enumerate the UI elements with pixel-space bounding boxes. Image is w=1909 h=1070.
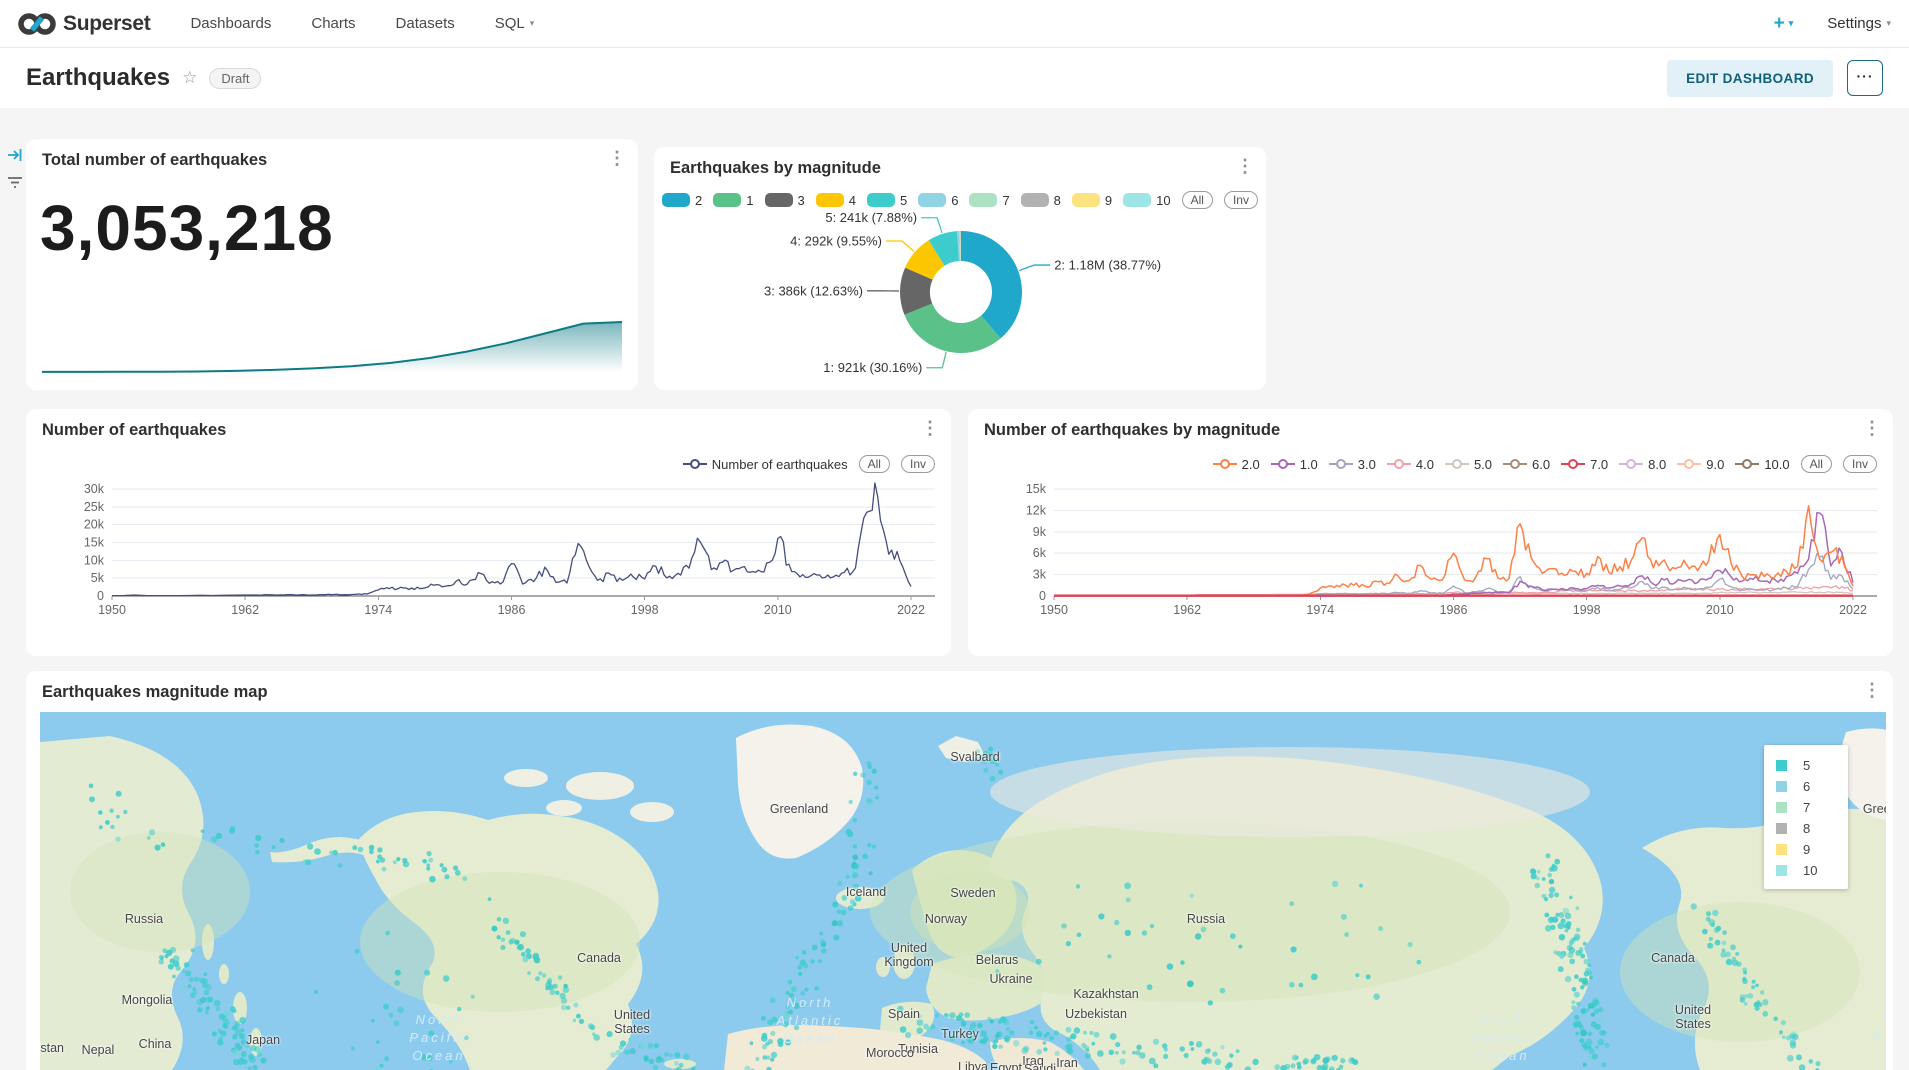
brand-name: Superset [63,12,150,36]
svg-text:3k: 3k [1033,568,1047,582]
plus-icon: + [1774,13,1785,35]
svg-text:30k: 30k [84,482,105,496]
nav-sql-label: SQL [495,15,525,32]
page-title: Earthquakes [26,64,170,92]
big-number-trendline [42,314,622,378]
legend-label: 9 [1803,842,1810,857]
card-earthquakes-by-magnitude: Earthquakes by magnitude ⋮ 21345678910 A… [654,147,1266,390]
svg-text:0: 0 [97,589,104,603]
card-magnitude-map: Earthquakes magnitude map ⋮ SvalbardGree… [26,671,1893,1070]
legend-swatch [1776,802,1787,813]
expand-filter-bar-icon[interactable] [7,148,23,167]
svg-text:25k: 25k [84,500,105,514]
legend-label: 5 [1803,758,1810,773]
svg-text:2010: 2010 [764,603,792,617]
superset-infinity-icon [18,11,56,37]
svg-text:3: 386k (12.63%): 3: 386k (12.63%) [764,283,863,298]
map-legend-item-9[interactable]: 9 [1776,839,1838,860]
chart-title: Earthquakes magnitude map [42,683,268,702]
edit-dashboard-button[interactable]: EDIT DASHBOARD [1667,60,1833,97]
line-chart[interactable]: 0 5k 10k 15k 20k 25k 30k 1950 1962 1974 1986 1998 20… [26,409,951,656]
svg-text:1: 921k (30.16%): 1: 921k (30.16%) [823,360,922,375]
caret-down-icon: ▾ [1886,18,1891,29]
svg-text:1962: 1962 [1173,603,1201,617]
svg-text:15k: 15k [84,536,105,550]
caret-down-icon: ▾ [530,18,535,29]
map-canvas[interactable] [40,712,1886,1070]
svg-text:9k: 9k [1033,525,1047,539]
svg-text:0: 0 [1039,589,1046,603]
svg-text:1974: 1974 [364,603,392,617]
settings-label: Settings [1827,15,1881,32]
svg-text:1998: 1998 [1573,603,1601,617]
multiline-chart[interactable]: 0 3k 6k 9k 12k 15k 1950 1962 1974 1986 1998 2010 202… [968,409,1893,656]
status-badge: Draft [209,68,261,89]
card-total-number: Total number of earthquakes ⋮ 3,053,218 [26,139,638,390]
nav-sql[interactable]: SQL ▾ [495,15,535,32]
svg-text:2: 1.18M (38.77%): 2: 1.18M (38.77%) [1054,258,1161,273]
card-number-of-earthquakes: Number of earthquakes ⋮ Number of earthq… [26,409,951,656]
svg-text:4: 292k (9.55%): 4: 292k (9.55%) [790,234,882,249]
world-map[interactable]: SvalbardGreenlandIcelandSwedenNorwayUnit… [40,712,1886,1070]
svg-text:10k: 10k [84,553,105,567]
new-button[interactable]: + ▾ [1774,13,1794,35]
navbar: Superset Dashboards Charts Datasets SQL … [0,0,1909,48]
map-legend-item-8[interactable]: 8 [1776,818,1838,839]
big-number-value: 3,053,218 [40,191,334,265]
legend-label: 6 [1803,779,1810,794]
legend-swatch [1776,823,1787,834]
svg-text:20k: 20k [84,518,105,532]
legend-swatch [1776,781,1787,792]
chart-title: Total number of earthquakes [42,151,267,170]
svg-text:1950: 1950 [1040,603,1068,617]
card-number-by-magnitude: Number of earthquakes by magnitude ⋮ 2.0… [968,409,1893,656]
map-legend-item-7[interactable]: 7 [1776,797,1838,818]
superset-logo[interactable]: Superset [18,11,150,37]
kebab-menu-icon[interactable]: ⋮ [1236,157,1254,175]
svg-text:2022: 2022 [897,603,925,617]
donut-chart[interactable]: 2: 1.18M (38.77%) 1: 921k (30.16%) 3: 386k… [654,202,1266,390]
kebab-menu-icon[interactable]: ⋮ [608,149,626,167]
legend-label: 10 [1803,863,1817,878]
settings-menu[interactable]: Settings ▾ [1827,15,1891,32]
legend-swatch [1776,865,1787,876]
svg-text:6k: 6k [1033,546,1047,560]
svg-text:1974: 1974 [1306,603,1334,617]
legend-swatch [1776,760,1787,771]
map-legend-item-5[interactable]: 5 [1776,755,1838,776]
legend-swatch [1776,844,1787,855]
more-options-button[interactable]: ··· [1847,60,1883,96]
svg-text:1950: 1950 [98,603,126,617]
svg-text:5: 241k (7.88%): 5: 241k (7.88%) [825,210,917,225]
chart-title: Earthquakes by magnitude [670,159,881,178]
kebab-menu-icon[interactable]: ⋮ [1863,681,1881,699]
dashboard-header: Earthquakes ☆ Draft EDIT DASHBOARD ··· [0,48,1909,108]
nav-charts[interactable]: Charts [311,15,355,32]
map-legend-item-6[interactable]: 6 [1776,776,1838,797]
filter-icon[interactable] [7,176,23,195]
svg-text:1986: 1986 [1440,603,1468,617]
svg-text:2010: 2010 [1706,603,1734,617]
svg-text:2022: 2022 [1839,603,1867,617]
svg-text:12k: 12k [1026,503,1047,517]
favorite-star-icon[interactable]: ☆ [182,68,197,88]
svg-text:1962: 1962 [231,603,259,617]
svg-text:1986: 1986 [498,603,526,617]
svg-text:5k: 5k [91,571,105,585]
nav-dashboards[interactable]: Dashboards [190,15,271,32]
svg-text:15k: 15k [1026,482,1047,496]
nav-datasets[interactable]: Datasets [396,15,455,32]
map-legend-item-10[interactable]: 10 [1776,860,1838,881]
legend-label: 8 [1803,821,1810,836]
legend-label: 7 [1803,800,1810,815]
map-legend: 5 6 7 8 9 10 [1764,745,1848,889]
svg-text:1998: 1998 [631,603,659,617]
caret-down-icon: ▾ [1789,18,1794,29]
